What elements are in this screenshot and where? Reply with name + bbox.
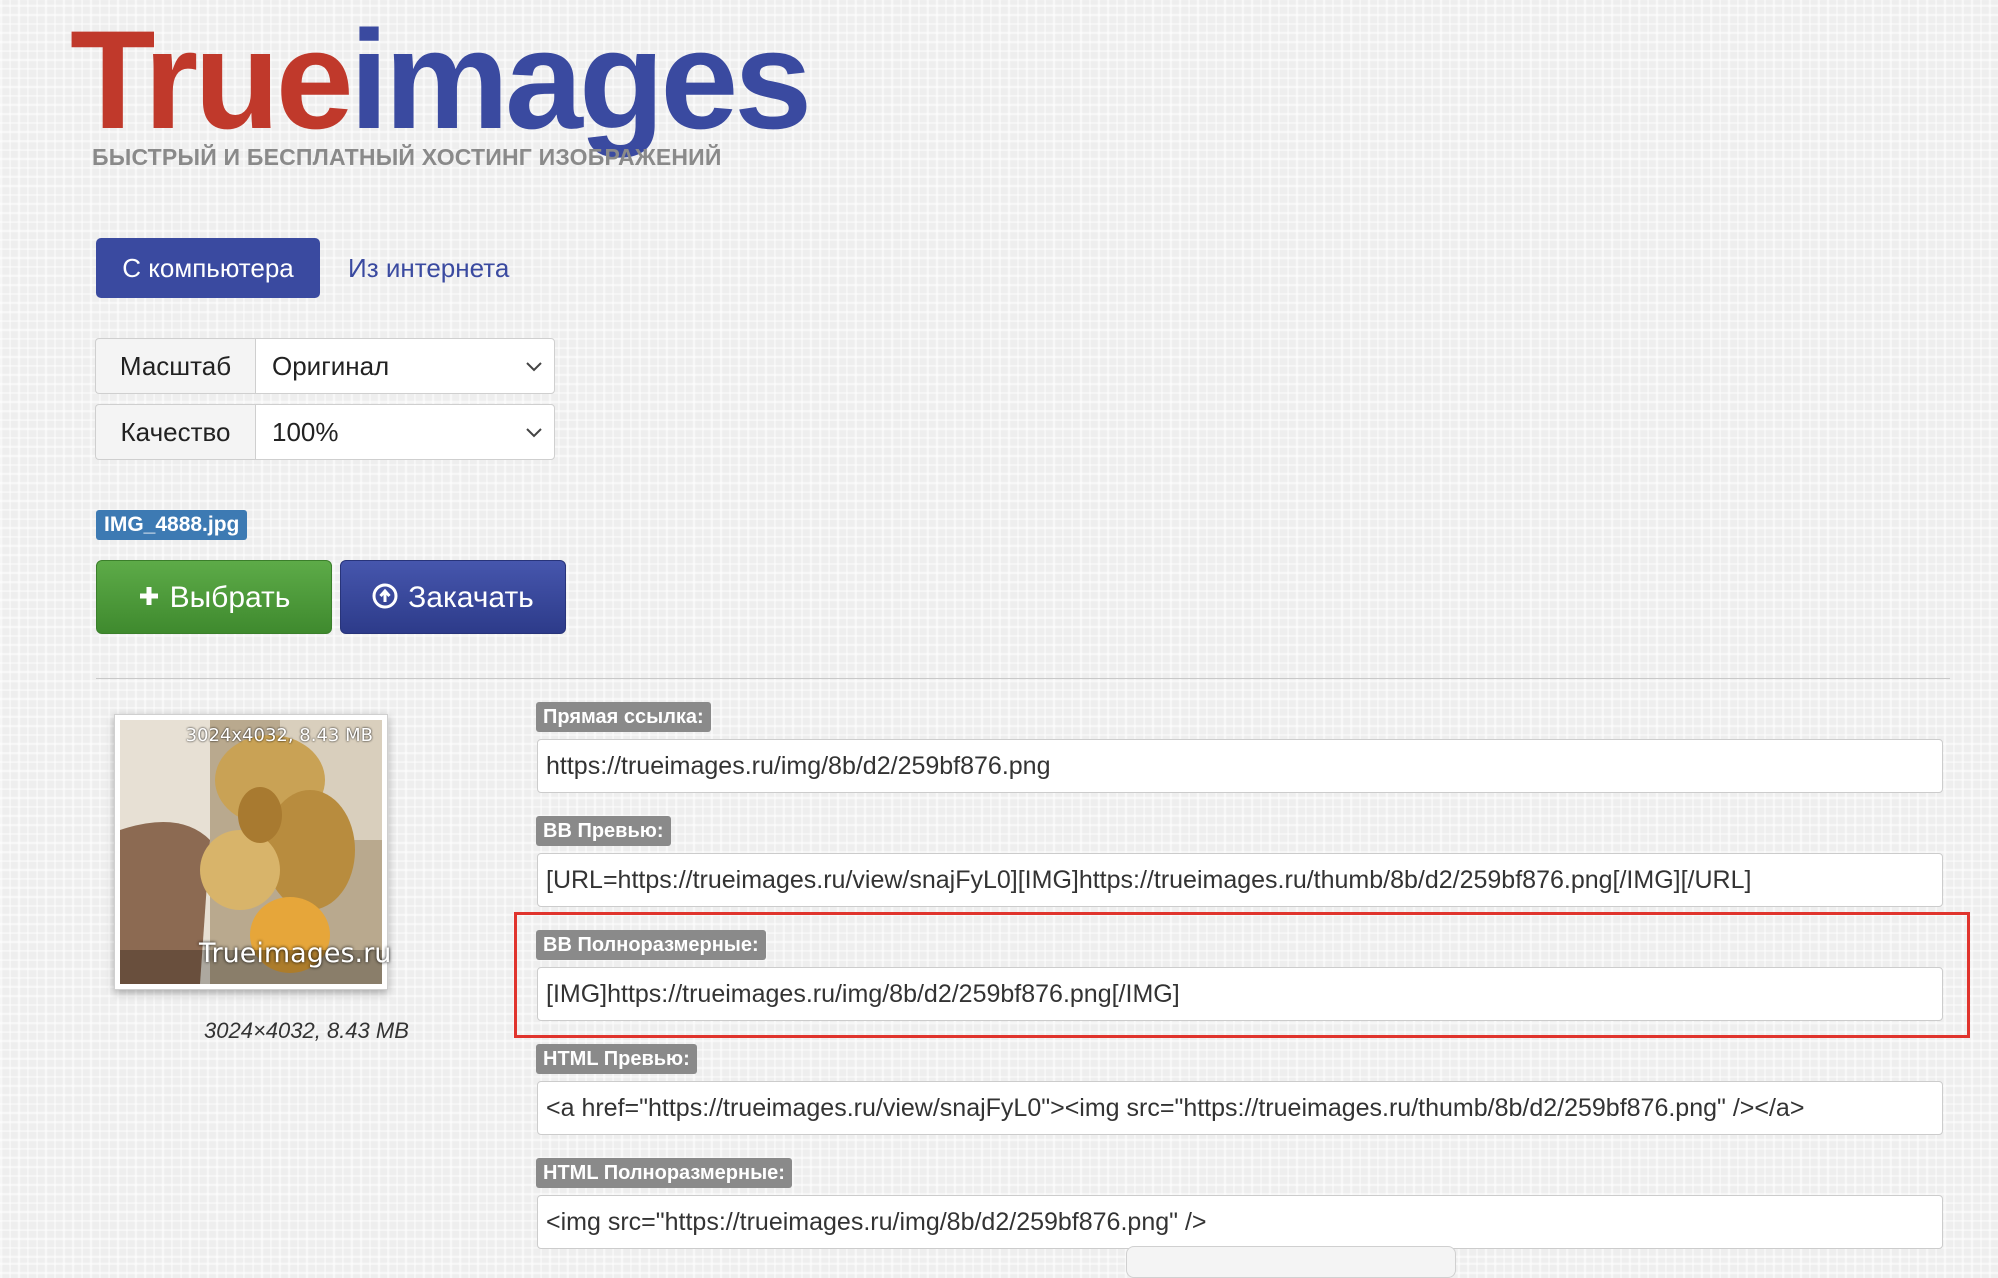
image-thumbnail[interactable]: 3024x4032, 8.43 MB Trueimages.ru [114, 714, 392, 990]
logo-title: Trueimages [70, 10, 812, 150]
thumbnail-size-overlay: 3024x4032, 8.43 MB [185, 725, 373, 746]
section-divider [96, 678, 1950, 679]
bb-preview-field[interactable]: [URL=https://trueimages.ru/view/snajFyL0… [537, 853, 1943, 907]
upload-button[interactable]: Закачать [340, 560, 566, 634]
scale-select[interactable]: Оригинал [255, 338, 555, 394]
scale-field: Масштаб Оригинал [95, 338, 555, 394]
thumbnail-watermark: Trueimages.ru [199, 938, 392, 969]
logo-part-images: images [349, 1, 812, 158]
highlight-box [514, 912, 1970, 1038]
logo-part-true: True [70, 1, 354, 158]
scale-label: Масштаб [95, 338, 255, 394]
chevron-down-icon [526, 362, 542, 372]
html-preview-field[interactable]: <a href="https://trueimages.ru/view/snaj… [537, 1081, 1943, 1135]
html-full-label: HTML Полноразмерные: [536, 1158, 792, 1188]
bottom-tab[interactable] [1126, 1246, 1456, 1278]
upload-circle-icon [372, 583, 398, 609]
tab-from-computer[interactable]: С компьютера [96, 238, 320, 298]
quality-select[interactable]: 100% [255, 404, 555, 460]
plus-icon [139, 587, 158, 606]
html-full-field[interactable]: <img src="https://trueimages.ru/img/8b/d… [537, 1195, 1943, 1249]
select-button-label: Выбрать [169, 581, 291, 614]
site-tagline: БЫСТРЫЙ И БЕСПЛАТНЫЙ ХОСТИНГ ИЗОБРАЖЕНИЙ [92, 144, 722, 170]
quality-field: Качество 100% [95, 404, 555, 460]
upload-button-label: Закачать [408, 581, 534, 614]
select-file-button[interactable]: Выбрать [96, 560, 332, 634]
bb-preview-label: BB Превью: [536, 816, 671, 846]
direct-link-field[interactable]: https://trueimages.ru/img/8b/d2/259bf876… [537, 739, 1943, 793]
tab-from-internet[interactable]: Из интернета [348, 238, 509, 298]
html-preview-label: HTML Превью: [536, 1044, 697, 1074]
chevron-down-icon [526, 428, 542, 438]
thumbnail-caption: 3024×4032, 8.43 MB [204, 1018, 409, 1043]
quality-value: 100% [272, 417, 339, 447]
scale-value: Оригинал [272, 351, 390, 381]
selected-file-badge: IMG_4888.jpg [96, 510, 248, 540]
direct-link-label: Прямая ссылка: [536, 702, 711, 732]
quality-label: Качество [95, 404, 255, 460]
